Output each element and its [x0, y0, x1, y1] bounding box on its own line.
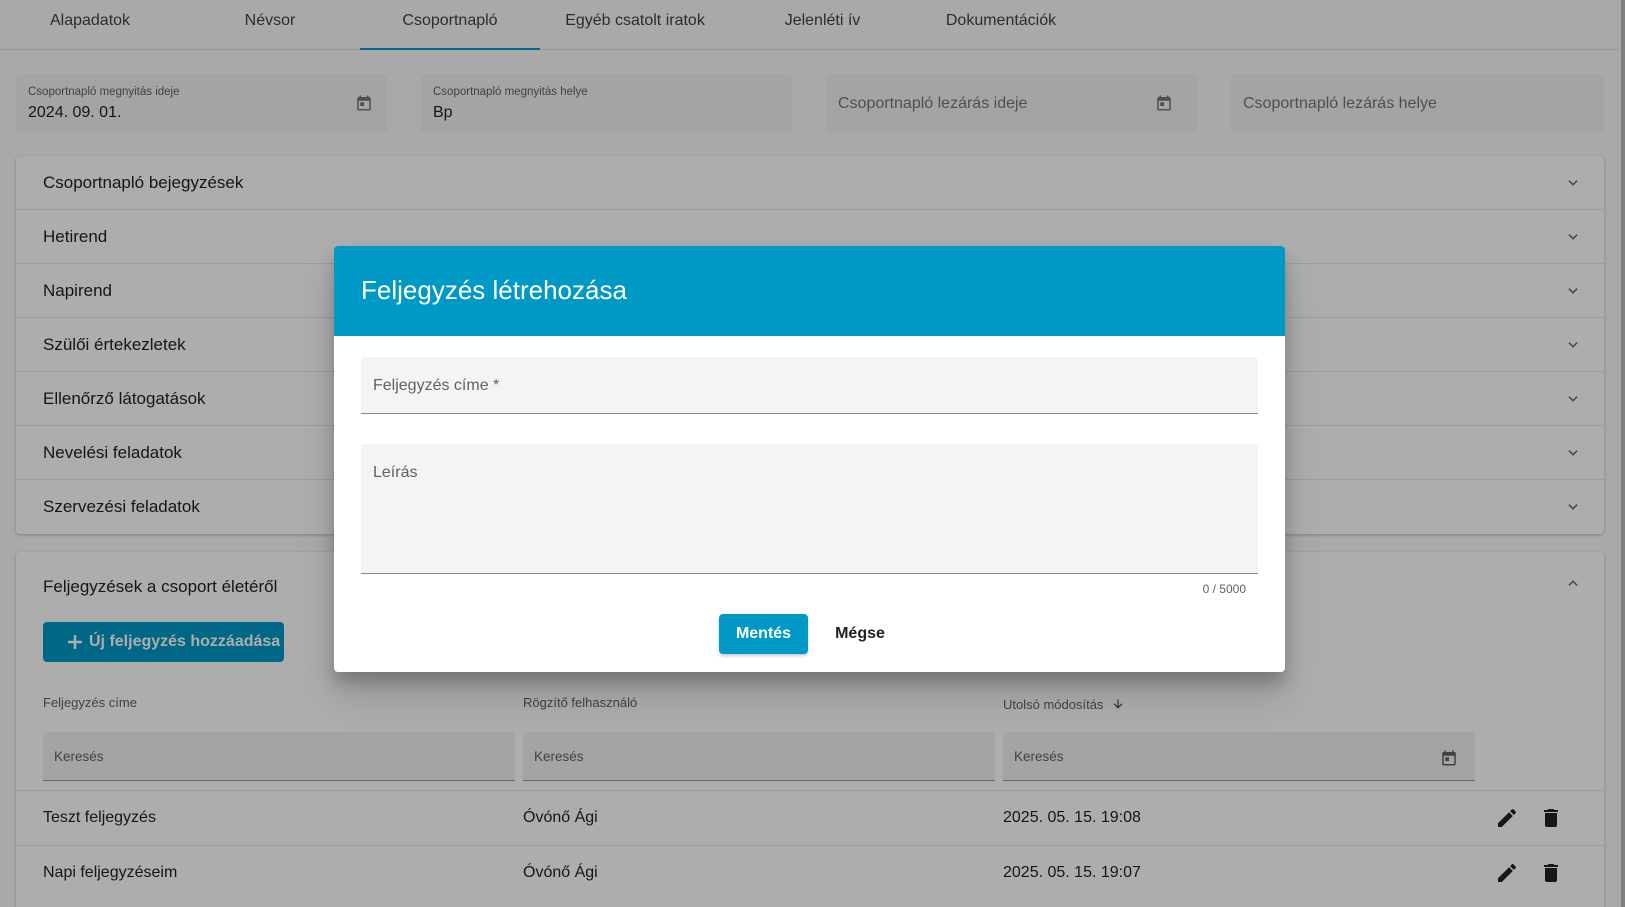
cancel-button[interactable]: Mégse	[825, 614, 895, 654]
note-description-textarea[interactable]: Leírás	[361, 444, 1258, 574]
create-note-dialog: Feljegyzés létrehozása Feljegyzés címe *…	[334, 246, 1285, 672]
note-title-input[interactable]: Feljegyzés címe *	[361, 357, 1258, 414]
character-counter: 0 / 5000	[1202, 582, 1246, 596]
note-title-placeholder: Feljegyzés címe *	[373, 377, 500, 394]
note-description-placeholder: Leírás	[373, 464, 418, 481]
dialog-header: Feljegyzés létrehozása	[334, 246, 1285, 336]
save-button[interactable]: Mentés	[719, 614, 808, 654]
dialog-title: Feljegyzés létrehozása	[361, 275, 627, 305]
